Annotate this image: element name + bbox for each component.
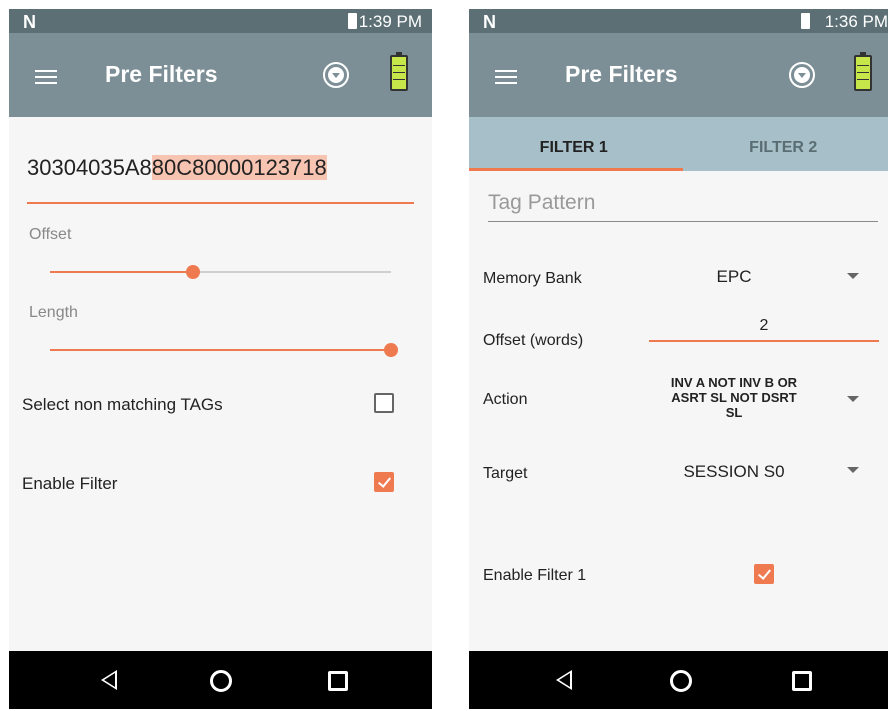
length-label: Length (29, 304, 78, 321)
chevron-down-icon[interactable] (847, 273, 859, 279)
action-label: Action (483, 391, 528, 408)
home-nav-icon[interactable] (210, 670, 232, 692)
tag-value-field[interactable]: 30304035A880C80000123718 (27, 155, 327, 181)
action-line-2: ASRT SL NOT DSRT (671, 390, 797, 405)
action-line-3: SL (725, 405, 743, 420)
enable-filter-checkbox[interactable] (374, 472, 394, 492)
chevron-down-icon[interactable] (847, 467, 859, 473)
phone-screen-right: N 1:36 PM Pre Filters FILTER 1 FILTER 2 … (469, 9, 888, 709)
enable-filter-label: Enable Filter (22, 474, 118, 493)
back-nav-icon[interactable] (101, 670, 117, 690)
action-line-1: INV A NOT INV B OR (670, 375, 798, 390)
offset-words-underline (649, 340, 879, 342)
tag-pattern-input[interactable]: Tag Pattern (488, 191, 595, 215)
memory-bank-select[interactable]: EPC (649, 267, 819, 287)
status-bar: N 1:39 PM (9, 9, 432, 33)
system-nav-bar (469, 651, 888, 709)
home-nav-icon[interactable] (670, 670, 692, 692)
back-nav-icon[interactable] (556, 670, 572, 690)
tag-value-underline (27, 202, 414, 204)
chevron-down-icon[interactable] (847, 396, 859, 402)
length-slider-thumb[interactable] (384, 343, 398, 357)
n-logo-icon: N (483, 12, 496, 32)
tab-filter-2[interactable]: FILTER 2 (679, 117, 888, 171)
non-matching-label: Select non matching TAGs (22, 395, 223, 414)
target-select[interactable]: SESSION S0 (649, 462, 819, 482)
offset-words-label: Offset (words) (483, 332, 584, 349)
tag-value-prefix: 30304035A8 (27, 155, 152, 180)
status-time: 1:39 PM (358, 12, 422, 31)
status-bar: N 1:36 PM (469, 9, 888, 33)
tag-value-highlight: 80C80000123718 (151, 155, 327, 180)
active-tab-indicator (469, 168, 683, 171)
enable-filter1-label: Enable Filter 1 (483, 567, 587, 584)
recents-nav-icon[interactable] (792, 671, 812, 691)
enable-filter1-checkbox[interactable] (754, 564, 774, 584)
battery-level-icon (390, 52, 408, 91)
dropdown-circle-icon[interactable] (789, 62, 815, 88)
memory-bank-label: Memory Bank (483, 270, 582, 287)
phone-screen-left: N 1:39 PM Pre Filters 30304035A880C80000… (9, 9, 432, 709)
app-bar: Pre Filters (469, 33, 888, 117)
status-time: 1:36 PM (824, 12, 888, 31)
system-nav-bar (9, 651, 432, 709)
hamburger-menu-icon[interactable] (35, 70, 57, 84)
action-select[interactable]: INV A NOT INV B OR ASRT SL NOT DSRT SL (629, 375, 839, 420)
page-title: Pre Filters (565, 61, 678, 87)
dropdown-circle-icon[interactable] (323, 62, 349, 88)
battery-status-icon (801, 13, 810, 29)
battery-level-icon (854, 52, 872, 91)
hamburger-menu-icon[interactable] (495, 70, 517, 84)
offset-label: Offset (29, 226, 72, 243)
tag-pattern-underline (488, 221, 878, 222)
app-bar: Pre Filters (9, 33, 432, 117)
non-matching-checkbox[interactable] (374, 393, 394, 413)
target-label: Target (483, 465, 528, 482)
page-title: Pre Filters (105, 61, 218, 87)
tab-filter-1[interactable]: FILTER 1 (469, 117, 679, 171)
n-logo-icon: N (23, 12, 36, 32)
recents-nav-icon[interactable] (328, 671, 348, 691)
filter-tabs: FILTER 1 FILTER 2 (469, 117, 888, 171)
offset-words-input[interactable]: 2 (649, 317, 879, 335)
battery-status-icon (348, 13, 357, 29)
offset-slider-thumb[interactable] (186, 265, 201, 279)
